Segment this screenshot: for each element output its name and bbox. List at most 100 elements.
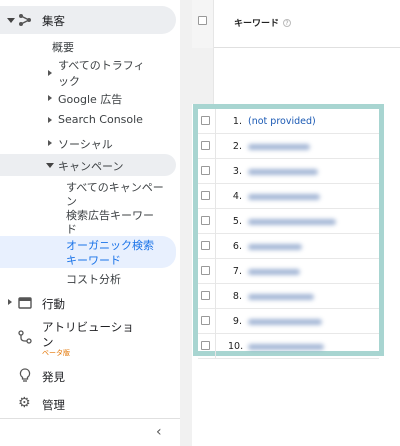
row-checkbox[interactable] [201,241,210,250]
row-checkbox-cell [198,284,216,309]
nav-overview-label: 概要 [52,41,74,54]
nav-google-ads[interactable]: Google 広告 [0,90,176,108]
row-number: 6. [232,241,242,252]
redacted-keyword[interactable] [248,294,314,300]
table-header: キーワード? [192,0,400,100]
header-keyword[interactable]: キーワード? [234,16,292,29]
behavior-icon [18,296,32,313]
acquisition-icon [18,13,32,30]
header-keyword-label: キーワード [234,19,280,29]
summary-checkbox-cell [192,48,214,104]
nav-acquisition[interactable]: 集客 [0,6,176,34]
table-row[interactable]: 9. [198,309,379,334]
nav-campaigns-label: キャンペーン [58,160,124,173]
nav-social-label: ソーシャル [58,138,113,151]
row-checkbox[interactable] [201,166,210,175]
row-checkbox-cell [198,259,216,284]
row-checkbox-cell [198,134,216,159]
nav-campaigns[interactable]: キャンペーン [0,154,176,176]
nav-behavior[interactable]: 行動 [0,292,176,314]
expand-triangle-icon [8,299,12,305]
redacted-keyword[interactable] [248,269,300,275]
row-checkbox[interactable] [201,216,210,225]
highlight-box: 1. (not provided) 2. 3. 4. 5. 6. 7. 8. 9. 10. [193,104,384,359]
expand-triangle-icon [46,163,54,168]
nav-cost-analysis-label: コスト分析 [66,273,121,286]
row-number: 9. [232,316,242,327]
table-row[interactable]: 5. [198,209,379,234]
expand-triangle-icon [48,140,52,146]
expand-triangle-icon [48,117,52,123]
nav-admin[interactable]: ⚙ 管理 [0,394,176,414]
row-checkbox[interactable] [201,191,210,200]
nav-paid-keywords[interactable]: 検索広告キーワー ド [0,207,176,237]
redacted-keyword[interactable] [248,319,322,325]
nav-admin-label: 管理 [42,398,65,412]
nav-all-traffic[interactable]: すべてのトラフィ ック [0,56,176,88]
select-all-checkbox[interactable] [198,16,207,25]
nav-search-console-label: Search Console [58,113,143,126]
row-number: 10. [228,341,244,352]
nav-all-campaigns-label-1: すべてのキャンペー [66,181,164,194]
row-checkbox-cell [198,159,216,184]
nav-discover-label: 発見 [42,370,65,384]
expand-triangle-icon [48,70,52,76]
nav-acquisition-label: 集客 [42,14,65,28]
row-number: 7. [232,266,242,277]
nav-social[interactable]: ソーシャル [0,135,176,153]
beta-badge: ベータ版 [42,349,70,357]
nav-behavior-label: 行動 [42,297,65,311]
nav-paid-keywords-label-1: 検索広告キーワー [66,209,154,222]
redacted-keyword[interactable] [248,144,310,150]
row-checkbox-cell [198,184,216,209]
row-checkbox[interactable] [201,141,210,150]
table-row[interactable]: 10. [198,334,379,359]
table-row[interactable]: 8. [198,284,379,309]
row-checkbox[interactable] [201,266,210,275]
expand-triangle-icon [7,18,15,23]
nav-discover[interactable]: 発見 [0,366,176,386]
nav-organic-keywords[interactable]: オーガニック検索 キーワード [0,236,176,268]
help-icon[interactable]: ? [283,19,292,27]
nav-attribution-label-1: アトリビューショ [42,320,134,334]
summary-row [192,48,400,104]
nav-cost-analysis[interactable]: コスト分析 [0,270,176,288]
admin-gear-icon: ⚙ [18,395,31,411]
redacted-keyword[interactable] [248,344,324,350]
sidebar-divider-line [0,418,180,419]
row-checkbox[interactable] [201,341,210,350]
row-number: 8. [232,291,242,302]
row-number: 3. [232,166,242,177]
collapse-chevron-icon[interactable]: ‹ [156,424,162,440]
redacted-keyword[interactable] [248,169,318,175]
row-checkbox-cell [198,109,216,134]
table-row[interactable]: 1. (not provided) [198,109,379,134]
table-row[interactable]: 7. [198,259,379,284]
nav-all-campaigns[interactable]: すべてのキャンペー ン [0,179,176,209]
keyword-link[interactable]: (not provided) [248,116,316,127]
table-row[interactable]: 3. [198,159,379,184]
redacted-keyword[interactable] [248,244,302,250]
row-number: 5. [232,216,242,227]
nav-organic-keywords-label-2: キーワード [66,254,121,267]
nav-google-ads-label: Google 広告 [58,93,123,106]
row-checkbox-cell [198,234,216,259]
row-number: 2. [232,141,242,152]
row-checkbox[interactable] [201,316,210,325]
nav-overview[interactable]: 概要 [0,38,176,54]
table-row[interactable]: 4. [198,184,379,209]
nav-search-console[interactable]: Search Console [0,112,176,130]
sidebar-gutter [180,0,192,446]
redacted-keyword[interactable] [248,219,336,225]
row-checkbox-cell [198,209,216,234]
row-checkbox[interactable] [201,116,210,125]
row-number: 4. [232,191,242,202]
table-row[interactable]: 2. [198,134,379,159]
nav-all-traffic-label-1: すべてのトラフィ [58,59,145,72]
nav-organic-keywords-label-1: オーガニック検索 [66,239,154,252]
redacted-keyword[interactable] [248,194,320,200]
row-checkbox[interactable] [201,291,210,300]
attribution-icon [18,330,32,347]
nav-attribution[interactable]: アトリビューショ ン ベータ版 [0,318,176,360]
table-row[interactable]: 6. [198,234,379,259]
